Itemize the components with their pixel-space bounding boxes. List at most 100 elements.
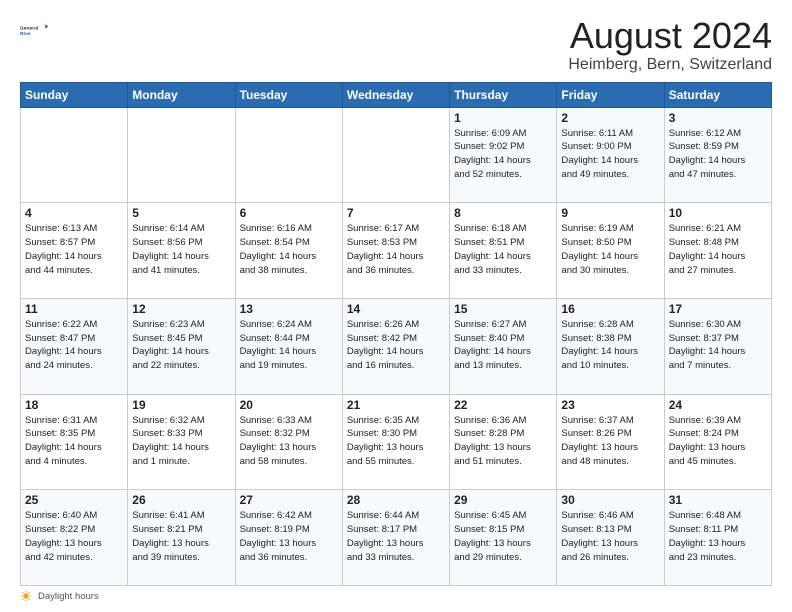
header-monday: Monday bbox=[128, 82, 235, 107]
day-cell: 12 Sunrise: 6:23 AM Sunset: 8:45 PM Dayli… bbox=[128, 298, 235, 394]
day-number: 7 bbox=[347, 206, 445, 220]
day-info: Sunrise: 6:22 AM Sunset: 8:47 PM Dayligh… bbox=[25, 318, 123, 373]
day-cell: 17 Sunrise: 6:30 AM Sunset: 8:37 PM Dayli… bbox=[664, 298, 771, 394]
day-info: Sunrise: 6:14 AM Sunset: 8:56 PM Dayligh… bbox=[132, 222, 230, 277]
week-row-1: 1 Sunrise: 6:09 AM Sunset: 9:02 PM Daylig… bbox=[21, 107, 772, 203]
day-info: Sunrise: 6:28 AM Sunset: 8:38 PM Dayligh… bbox=[561, 318, 659, 373]
day-cell bbox=[21, 107, 128, 203]
day-cell: 19Sunrise: 6:32 AM Sunset: 8:33 PM Dayli… bbox=[128, 394, 235, 490]
day-info: Sunrise: 6:18 AM Sunset: 8:51 PM Dayligh… bbox=[454, 222, 552, 277]
day-cell: 11Sunrise: 6:22 AM Sunset: 8:47 PM Dayli… bbox=[21, 298, 128, 394]
week-row-3: 11Sunrise: 6:22 AM Sunset: 8:47 PM Dayli… bbox=[21, 298, 772, 394]
day-number: 17 bbox=[669, 302, 767, 316]
header-thursday: Thursday bbox=[450, 82, 557, 107]
header-saturday: Saturday bbox=[664, 82, 771, 107]
day-number: 28 bbox=[347, 493, 445, 507]
month-title: August 2024 bbox=[568, 16, 772, 56]
day-cell: 10 Sunrise: 6:21 AM Sunset: 8:48 PM Dayli… bbox=[664, 203, 771, 299]
day-number: 14 bbox=[347, 302, 445, 316]
day-info: Sunrise: 6:42 AM Sunset: 8:19 PM Dayligh… bbox=[240, 509, 338, 564]
day-info: Sunrise: 6:19 AM Sunset: 8:50 PM Dayligh… bbox=[561, 222, 659, 277]
day-cell: 31Sunrise: 6:48 AM Sunset: 8:11 PM Dayli… bbox=[664, 490, 771, 586]
day-cell: 6 Sunrise: 6:16 AM Sunset: 8:54 PM Daylig… bbox=[235, 203, 342, 299]
day-number: 30 bbox=[561, 493, 659, 507]
day-info: Sunrise: 6:37 AM Sunset: 8:26 PM Dayligh… bbox=[561, 414, 659, 469]
day-number: 13 bbox=[240, 302, 338, 316]
day-cell: 21 Sunrise: 6:35 AM Sunset: 8:30 PM Dayli… bbox=[342, 394, 449, 490]
day-cell: 27 Sunrise: 6:42 AM Sunset: 8:19 PM Dayli… bbox=[235, 490, 342, 586]
day-cell bbox=[128, 107, 235, 203]
footer-note: Daylight hours bbox=[20, 590, 772, 602]
day-number: 18 bbox=[25, 398, 123, 412]
page: General Blue August 2024 Heimberg, Bern,… bbox=[0, 0, 792, 612]
day-number: 19 bbox=[132, 398, 230, 412]
day-number: 16 bbox=[561, 302, 659, 316]
day-info: Sunrise: 6:36 AM Sunset: 8:28 PM Dayligh… bbox=[454, 414, 552, 469]
day-info: Sunrise: 6:35 AM Sunset: 8:30 PM Dayligh… bbox=[347, 414, 445, 469]
day-cell: 23 Sunrise: 6:37 AM Sunset: 8:26 PM Dayli… bbox=[557, 394, 664, 490]
day-info: Sunrise: 6:17 AM Sunset: 8:53 PM Dayligh… bbox=[347, 222, 445, 277]
day-cell bbox=[342, 107, 449, 203]
week-row-2: 4Sunrise: 6:13 AM Sunset: 8:57 PM Daylig… bbox=[21, 203, 772, 299]
day-number: 25 bbox=[25, 493, 123, 507]
logo: General Blue bbox=[20, 16, 48, 44]
header-row: Sunday Monday Tuesday Wednesday Thursday… bbox=[21, 82, 772, 107]
day-info: Sunrise: 6:27 AM Sunset: 8:40 PM Dayligh… bbox=[454, 318, 552, 373]
day-info: Sunrise: 6:31 AM Sunset: 8:35 PM Dayligh… bbox=[25, 414, 123, 469]
day-info: Sunrise: 6:33 AM Sunset: 8:32 PM Dayligh… bbox=[240, 414, 338, 469]
day-number: 27 bbox=[240, 493, 338, 507]
day-cell bbox=[235, 107, 342, 203]
day-number: 22 bbox=[454, 398, 552, 412]
svg-text:General: General bbox=[20, 25, 39, 31]
day-cell: 9 Sunrise: 6:19 AM Sunset: 8:50 PM Daylig… bbox=[557, 203, 664, 299]
day-number: 3 bbox=[669, 111, 767, 125]
day-info: Sunrise: 6:21 AM Sunset: 8:48 PM Dayligh… bbox=[669, 222, 767, 277]
day-number: 29 bbox=[454, 493, 552, 507]
day-number: 10 bbox=[669, 206, 767, 220]
day-info: Sunrise: 6:12 AM Sunset: 8:59 PM Dayligh… bbox=[669, 127, 767, 182]
day-cell: 30 Sunrise: 6:46 AM Sunset: 8:13 PM Dayli… bbox=[557, 490, 664, 586]
day-number: 12 bbox=[132, 302, 230, 316]
day-info: Sunrise: 6:40 AM Sunset: 8:22 PM Dayligh… bbox=[25, 509, 123, 564]
day-info: Sunrise: 6:39 AM Sunset: 8:24 PM Dayligh… bbox=[669, 414, 767, 469]
day-number: 8 bbox=[454, 206, 552, 220]
svg-text:Blue: Blue bbox=[20, 31, 31, 37]
day-cell: 7 Sunrise: 6:17 AM Sunset: 8:53 PM Daylig… bbox=[342, 203, 449, 299]
title-block: August 2024 Heimberg, Bern, Switzerland bbox=[568, 16, 772, 74]
day-cell: 3 Sunrise: 6:12 AM Sunset: 8:59 PM Daylig… bbox=[664, 107, 771, 203]
day-cell: 26 Sunrise: 6:41 AM Sunset: 8:21 PM Dayli… bbox=[128, 490, 235, 586]
calendar-body: 1 Sunrise: 6:09 AM Sunset: 9:02 PM Daylig… bbox=[21, 107, 772, 585]
day-number: 5 bbox=[132, 206, 230, 220]
day-number: 26 bbox=[132, 493, 230, 507]
calendar-header: Sunday Monday Tuesday Wednesday Thursday… bbox=[21, 82, 772, 107]
day-number: 24 bbox=[669, 398, 767, 412]
day-info: Sunrise: 6:16 AM Sunset: 8:54 PM Dayligh… bbox=[240, 222, 338, 277]
day-info: Sunrise: 6:09 AM Sunset: 9:02 PM Dayligh… bbox=[454, 127, 552, 182]
day-number: 31 bbox=[669, 493, 767, 507]
day-number: 20 bbox=[240, 398, 338, 412]
logo-icon: General Blue bbox=[20, 16, 48, 44]
day-cell: 28Sunrise: 6:44 AM Sunset: 8:17 PM Dayli… bbox=[342, 490, 449, 586]
header-tuesday: Tuesday bbox=[235, 82, 342, 107]
day-cell: 8 Sunrise: 6:18 AM Sunset: 8:51 PM Daylig… bbox=[450, 203, 557, 299]
day-number: 1 bbox=[454, 111, 552, 125]
day-cell: 20 Sunrise: 6:33 AM Sunset: 8:32 PM Dayli… bbox=[235, 394, 342, 490]
day-cell: 5 Sunrise: 6:14 AM Sunset: 8:56 PM Daylig… bbox=[128, 203, 235, 299]
day-number: 15 bbox=[454, 302, 552, 316]
day-cell: 22 Sunrise: 6:36 AM Sunset: 8:28 PM Dayli… bbox=[450, 394, 557, 490]
day-info: Sunrise: 6:30 AM Sunset: 8:37 PM Dayligh… bbox=[669, 318, 767, 373]
day-number: 6 bbox=[240, 206, 338, 220]
day-info: Sunrise: 6:46 AM Sunset: 8:13 PM Dayligh… bbox=[561, 509, 659, 564]
header-wednesday: Wednesday bbox=[342, 82, 449, 107]
day-cell: 29Sunrise: 6:45 AM Sunset: 8:15 PM Dayli… bbox=[450, 490, 557, 586]
day-cell: 25 Sunrise: 6:40 AM Sunset: 8:22 PM Dayli… bbox=[21, 490, 128, 586]
day-info: Sunrise: 6:41 AM Sunset: 8:21 PM Dayligh… bbox=[132, 509, 230, 564]
week-row-4: 18 Sunrise: 6:31 AM Sunset: 8:35 PM Dayli… bbox=[21, 394, 772, 490]
day-number: 4 bbox=[25, 206, 123, 220]
calendar-table: Sunday Monday Tuesday Wednesday Thursday… bbox=[20, 82, 772, 586]
header-sunday: Sunday bbox=[21, 82, 128, 107]
day-number: 21 bbox=[347, 398, 445, 412]
day-info: Sunrise: 6:23 AM Sunset: 8:45 PM Dayligh… bbox=[132, 318, 230, 373]
day-number: 9 bbox=[561, 206, 659, 220]
day-number: 23 bbox=[561, 398, 659, 412]
